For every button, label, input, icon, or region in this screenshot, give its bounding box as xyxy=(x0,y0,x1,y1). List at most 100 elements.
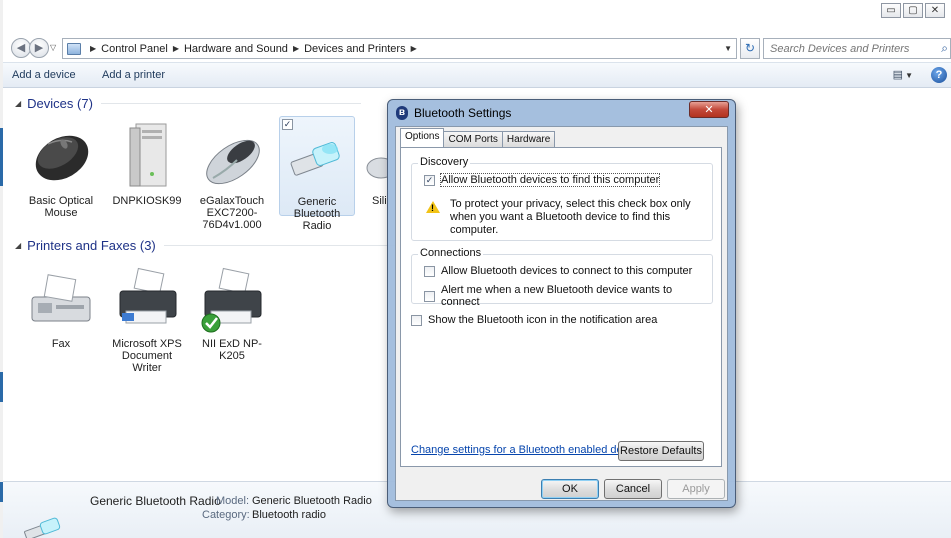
back-button[interactable]: ◀ xyxy=(11,38,31,58)
discovery-groupbox: Discovery ✓ Allow Bluetooth devices to f… xyxy=(411,156,713,241)
device-label: DNPKIOSK99 xyxy=(112,195,182,207)
discovery-group-title: Discovery xyxy=(418,156,471,168)
details-category-key: Category: xyxy=(202,509,250,521)
bluetooth-settings-dialog: ʙ Bluetooth Settings ✕ Options COM Ports… xyxy=(387,99,736,508)
printers-group-title: Printers and Faxes (3) xyxy=(27,238,156,253)
options-tab-panel: Discovery ✓ Allow Bluetooth devices to f… xyxy=(400,147,722,467)
printers-group-header[interactable]: ◢ Printers and Faxes (3) xyxy=(15,238,404,253)
connections-group-title: Connections xyxy=(418,247,484,259)
show-bluetooth-icon-checkbox[interactable]: Show the Bluetooth icon in the notificat… xyxy=(411,314,657,326)
allow-connect-checkbox[interactable]: Allow Bluetooth devices to connect to th… xyxy=(424,265,692,277)
breadcrumb-control-panel[interactable]: Control Panel xyxy=(101,43,168,55)
alert-connect-checkbox[interactable]: Alert me when a new Bluetooth device wan… xyxy=(424,284,712,308)
change-settings-link[interactable]: Change settings for a Bluetooth enabled … xyxy=(411,444,645,456)
recent-pages-dropdown[interactable]: ▽ xyxy=(50,43,56,52)
maximize-button[interactable]: ▢ xyxy=(903,3,923,18)
address-row: ◀ ▶ ▽ ▶ Control Panel ▶ Hardware and Sou… xyxy=(0,36,951,61)
close-window-button[interactable]: ✕ xyxy=(925,3,945,18)
address-bar[interactable]: ▶ Control Panel ▶ Hardware and Sound ▶ D… xyxy=(62,38,737,59)
device-generic-bluetooth-radio[interactable]: ✓ Generic Bluetooth Radio xyxy=(279,116,355,232)
apply-button[interactable]: Apply xyxy=(667,479,725,499)
tab-options[interactable]: Options xyxy=(400,128,445,147)
printer-label: Fax xyxy=(51,338,71,350)
fax-icon xyxy=(26,263,96,333)
dialog-close-button[interactable]: ✕ xyxy=(689,101,729,118)
computer-tower-icon xyxy=(112,120,182,190)
usb-bluetooth-icon xyxy=(282,121,352,191)
collapse-triangle-icon[interactable]: ◢ xyxy=(15,241,21,250)
privacy-warning: To protect your privacy, select this che… xyxy=(422,198,702,237)
device-egalaxtouch[interactable]: eGalaxTouch EXC7200-76D4v1.000 xyxy=(194,120,270,231)
add-printer-button[interactable]: Add a printer xyxy=(102,69,165,81)
printer-fax[interactable]: Fax xyxy=(23,263,99,350)
forward-button[interactable]: ▶ xyxy=(29,38,49,58)
breadcrumb-devices-and-printers[interactable]: Devices and Printers xyxy=(304,43,406,55)
details-device-name: Generic Bluetooth Radio xyxy=(90,494,221,508)
breadcrumb-separator-icon[interactable]: ▶ xyxy=(293,44,299,53)
tab-hardware[interactable]: Hardware xyxy=(501,131,556,147)
connections-groupbox: Connections Allow Bluetooth devices to c… xyxy=(411,247,713,308)
show-icon-label: Show the Bluetooth icon in the notificat… xyxy=(428,314,658,326)
warning-icon xyxy=(426,201,440,215)
restore-defaults-button[interactable]: Restore Defaults xyxy=(618,441,704,461)
breadcrumb-hardware-and-sound[interactable]: Hardware and Sound xyxy=(184,43,288,55)
cancel-button[interactable]: Cancel xyxy=(604,479,662,499)
minimize-button[interactable]: ▭ xyxy=(881,3,901,18)
mouse-icon xyxy=(197,120,267,190)
devices-group-header[interactable]: ◢ Devices (7) xyxy=(15,96,361,111)
device-dnpkiosk99[interactable]: DNPKIOSK99 xyxy=(109,120,185,207)
breadcrumb-separator-icon[interactable]: ▶ xyxy=(90,44,96,53)
tab-com-ports[interactable]: COM Ports xyxy=(443,131,503,147)
privacy-note: To protect your privacy, select this che… xyxy=(450,198,691,236)
breadcrumb-separator-icon[interactable]: ▶ xyxy=(411,44,417,53)
printer-icon xyxy=(112,263,182,333)
group-divider xyxy=(163,245,404,246)
device-label: Generic Bluetooth Radio xyxy=(293,196,341,232)
bluetooth-icon: ʙ xyxy=(396,106,408,120)
printer-label: NII ExD NP-K205 xyxy=(202,338,262,362)
device-label: Basic Optical Mouse xyxy=(28,195,94,219)
allow-find-label: Allow Bluetooth devices to find this com… xyxy=(439,173,661,187)
checkbox-box[interactable] xyxy=(424,265,435,277)
mouse-icon xyxy=(26,120,96,190)
dialog-title: Bluetooth Settings xyxy=(414,106,512,120)
printer-icon xyxy=(197,263,267,333)
alert-connect-label: Alert me when a new Bluetooth device wan… xyxy=(441,284,673,308)
help-button[interactable]: ? xyxy=(931,67,947,83)
dialog-tabs: Options COM Ports Hardware xyxy=(400,128,556,147)
device-label: Sili xyxy=(372,195,387,207)
search-icon[interactable]: ⌕ xyxy=(941,41,948,56)
search-input[interactable] xyxy=(770,39,930,58)
checkbox-box[interactable] xyxy=(424,290,435,302)
refresh-button[interactable]: ↻ xyxy=(740,38,760,59)
command-bar: Add a device Add a printer ▤ ▼ ? xyxy=(3,62,951,88)
devices-group-title: Devices (7) xyxy=(27,96,93,111)
checkbox-box[interactable]: ✓ xyxy=(424,174,435,186)
change-view-icon[interactable]: ▤ xyxy=(893,68,903,81)
printer-microsoft-xps-document-writer[interactable]: Microsoft XPS Document Writer xyxy=(109,263,185,374)
details-model-key: Model: xyxy=(216,495,250,507)
dialog-client-area: Options COM Ports Hardware Discovery ✓ A… xyxy=(395,126,728,501)
add-device-button[interactable]: Add a device xyxy=(12,69,76,81)
breadcrumb-separator-icon[interactable]: ▶ xyxy=(173,44,179,53)
device-partially-hidden[interactable]: Sili xyxy=(363,120,387,207)
control-panel-icon xyxy=(67,42,81,55)
address-history-dropdown-icon[interactable]: ▼ xyxy=(724,44,732,53)
details-model-value: Generic Bluetooth Radio xyxy=(252,495,372,507)
ok-button[interactable]: OK xyxy=(541,479,599,499)
collapse-triangle-icon[interactable]: ◢ xyxy=(15,99,21,108)
device-basic-optical-mouse[interactable]: Basic Optical Mouse xyxy=(23,120,99,219)
printer-nii-exd-np-k205[interactable]: NII ExD NP-K205 xyxy=(194,263,270,362)
window-controls: ▭ ▢ ✕ xyxy=(881,3,945,18)
device-label: eGalaxTouch EXC7200-76D4v1.000 xyxy=(199,195,265,231)
dialog-titlebar[interactable]: ʙ Bluetooth Settings ✕ xyxy=(388,100,735,126)
search-box: ⌕ xyxy=(763,38,951,59)
checkbox-box[interactable] xyxy=(411,314,422,326)
printer-label: Microsoft XPS Document Writer xyxy=(112,338,182,374)
allow-connect-label: Allow Bluetooth devices to connect to th… xyxy=(441,265,693,277)
details-category-value: Bluetooth radio xyxy=(252,509,326,521)
allow-find-checkbox[interactable]: ✓ Allow Bluetooth devices to find this c… xyxy=(424,173,661,187)
view-dropdown-icon[interactable]: ▼ xyxy=(905,71,913,80)
usb-bluetooth-icon xyxy=(23,516,67,538)
device-icon xyxy=(363,120,387,190)
